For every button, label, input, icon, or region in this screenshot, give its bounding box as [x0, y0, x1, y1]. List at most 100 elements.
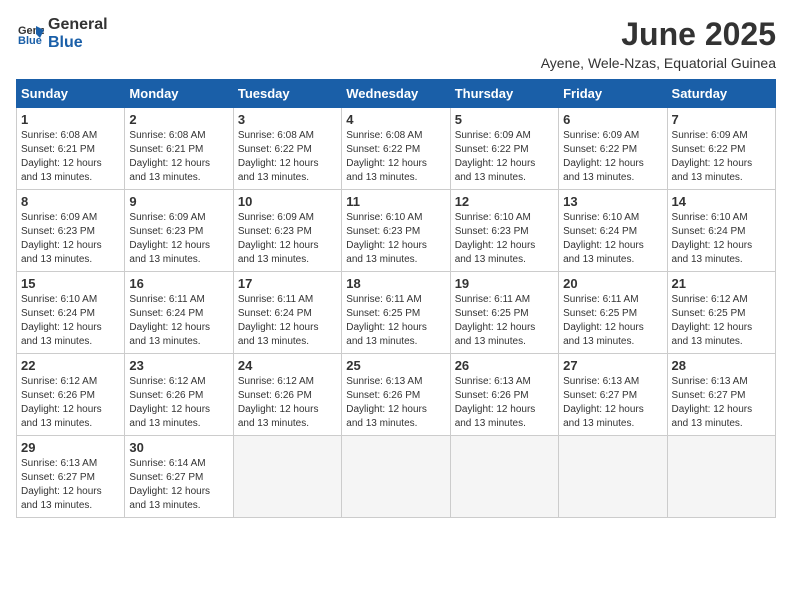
day-number: 11 [346, 194, 445, 209]
calendar-subtitle: Ayene, Wele-Nzas, Equatorial Guinea [541, 55, 776, 71]
day-info: Sunrise: 6:08 AMSunset: 6:22 PMDaylight:… [346, 130, 427, 183]
day-info: Sunrise: 6:10 AMSunset: 6:23 PMDaylight:… [346, 212, 427, 265]
table-row [342, 436, 450, 518]
day-number: 28 [672, 358, 771, 373]
day-number: 19 [455, 276, 554, 291]
day-info: Sunrise: 6:13 AMSunset: 6:27 PMDaylight:… [21, 458, 102, 511]
logo-text-container: General Blue [48, 16, 108, 51]
day-number: 26 [455, 358, 554, 373]
day-number: 1 [21, 112, 120, 127]
table-row: 28 Sunrise: 6:13 AMSunset: 6:27 PMDaylig… [667, 354, 775, 436]
header-monday: Monday [125, 80, 233, 108]
day-number: 13 [563, 194, 662, 209]
table-row: 11 Sunrise: 6:10 AMSunset: 6:23 PMDaylig… [342, 190, 450, 272]
table-row: 13 Sunrise: 6:10 AMSunset: 6:24 PMDaylig… [559, 190, 667, 272]
calendar-title: June 2025 [541, 16, 776, 53]
calendar-body: 1 Sunrise: 6:08 AMSunset: 6:21 PMDayligh… [17, 108, 776, 518]
table-row: 19 Sunrise: 6:11 AMSunset: 6:25 PMDaylig… [450, 272, 558, 354]
logo-blue: Blue [48, 34, 108, 52]
header-sunday: Sunday [17, 80, 125, 108]
day-number: 22 [21, 358, 120, 373]
table-row: 1 Sunrise: 6:08 AMSunset: 6:21 PMDayligh… [17, 108, 125, 190]
table-row: 8 Sunrise: 6:09 AMSunset: 6:23 PMDayligh… [17, 190, 125, 272]
day-number: 30 [129, 440, 228, 455]
table-row: 14 Sunrise: 6:10 AMSunset: 6:24 PMDaylig… [667, 190, 775, 272]
calendar-week-row: 8 Sunrise: 6:09 AMSunset: 6:23 PMDayligh… [17, 190, 776, 272]
table-row [667, 436, 775, 518]
table-row: 23 Sunrise: 6:12 AMSunset: 6:26 PMDaylig… [125, 354, 233, 436]
table-row: 22 Sunrise: 6:12 AMSunset: 6:26 PMDaylig… [17, 354, 125, 436]
day-info: Sunrise: 6:11 AMSunset: 6:25 PMDaylight:… [563, 294, 644, 347]
logo: General Blue General Blue [16, 16, 108, 51]
day-info: Sunrise: 6:08 AMSunset: 6:21 PMDaylight:… [21, 130, 102, 183]
table-row: 3 Sunrise: 6:08 AMSunset: 6:22 PMDayligh… [233, 108, 341, 190]
day-info: Sunrise: 6:13 AMSunset: 6:27 PMDaylight:… [672, 376, 753, 429]
table-row: 30 Sunrise: 6:14 AMSunset: 6:27 PMDaylig… [125, 436, 233, 518]
day-info: Sunrise: 6:11 AMSunset: 6:25 PMDaylight:… [346, 294, 427, 347]
day-info: Sunrise: 6:11 AMSunset: 6:24 PMDaylight:… [129, 294, 210, 347]
table-row: 2 Sunrise: 6:08 AMSunset: 6:21 PMDayligh… [125, 108, 233, 190]
table-row: 20 Sunrise: 6:11 AMSunset: 6:25 PMDaylig… [559, 272, 667, 354]
header-thursday: Thursday [450, 80, 558, 108]
day-info: Sunrise: 6:09 AMSunset: 6:22 PMDaylight:… [563, 130, 644, 183]
table-row: 17 Sunrise: 6:11 AMSunset: 6:24 PMDaylig… [233, 272, 341, 354]
table-row: 29 Sunrise: 6:13 AMSunset: 6:27 PMDaylig… [17, 436, 125, 518]
day-number: 29 [21, 440, 120, 455]
day-number: 4 [346, 112, 445, 127]
calendar-week-row: 29 Sunrise: 6:13 AMSunset: 6:27 PMDaylig… [17, 436, 776, 518]
day-info: Sunrise: 6:08 AMSunset: 6:21 PMDaylight:… [129, 130, 210, 183]
logo-general: General [48, 16, 108, 34]
header-wednesday: Wednesday [342, 80, 450, 108]
day-number: 8 [21, 194, 120, 209]
table-row: 4 Sunrise: 6:08 AMSunset: 6:22 PMDayligh… [342, 108, 450, 190]
calendar-week-row: 15 Sunrise: 6:10 AMSunset: 6:24 PMDaylig… [17, 272, 776, 354]
table-row: 26 Sunrise: 6:13 AMSunset: 6:26 PMDaylig… [450, 354, 558, 436]
table-row [450, 436, 558, 518]
day-number: 17 [238, 276, 337, 291]
table-row: 9 Sunrise: 6:09 AMSunset: 6:23 PMDayligh… [125, 190, 233, 272]
day-info: Sunrise: 6:13 AMSunset: 6:26 PMDaylight:… [455, 376, 536, 429]
day-number: 10 [238, 194, 337, 209]
table-row: 7 Sunrise: 6:09 AMSunset: 6:22 PMDayligh… [667, 108, 775, 190]
header-saturday: Saturday [667, 80, 775, 108]
day-number: 23 [129, 358, 228, 373]
day-info: Sunrise: 6:08 AMSunset: 6:22 PMDaylight:… [238, 130, 319, 183]
day-number: 18 [346, 276, 445, 291]
day-number: 5 [455, 112, 554, 127]
day-info: Sunrise: 6:09 AMSunset: 6:23 PMDaylight:… [129, 212, 210, 265]
table-row: 15 Sunrise: 6:10 AMSunset: 6:24 PMDaylig… [17, 272, 125, 354]
day-info: Sunrise: 6:14 AMSunset: 6:27 PMDaylight:… [129, 458, 210, 511]
calendar-table: Sunday Monday Tuesday Wednesday Thursday… [16, 79, 776, 518]
day-info: Sunrise: 6:12 AMSunset: 6:26 PMDaylight:… [238, 376, 319, 429]
day-info: Sunrise: 6:10 AMSunset: 6:24 PMDaylight:… [672, 212, 753, 265]
table-row: 25 Sunrise: 6:13 AMSunset: 6:26 PMDaylig… [342, 354, 450, 436]
day-number: 24 [238, 358, 337, 373]
day-info: Sunrise: 6:10 AMSunset: 6:24 PMDaylight:… [563, 212, 644, 265]
header-tuesday: Tuesday [233, 80, 341, 108]
day-info: Sunrise: 6:12 AMSunset: 6:25 PMDaylight:… [672, 294, 753, 347]
day-info: Sunrise: 6:11 AMSunset: 6:24 PMDaylight:… [238, 294, 319, 347]
day-number: 6 [563, 112, 662, 127]
day-number: 9 [129, 194, 228, 209]
day-number: 14 [672, 194, 771, 209]
day-number: 16 [129, 276, 228, 291]
table-row: 18 Sunrise: 6:11 AMSunset: 6:25 PMDaylig… [342, 272, 450, 354]
page-header: General Blue General Blue June 2025 Ayen… [16, 16, 776, 71]
day-number: 20 [563, 276, 662, 291]
day-info: Sunrise: 6:12 AMSunset: 6:26 PMDaylight:… [21, 376, 102, 429]
calendar-week-row: 1 Sunrise: 6:08 AMSunset: 6:21 PMDayligh… [17, 108, 776, 190]
table-row: 27 Sunrise: 6:13 AMSunset: 6:27 PMDaylig… [559, 354, 667, 436]
calendar-header: Sunday Monday Tuesday Wednesday Thursday… [17, 80, 776, 108]
title-section: June 2025 Ayene, Wele-Nzas, Equatorial G… [541, 16, 776, 71]
day-info: Sunrise: 6:12 AMSunset: 6:26 PMDaylight:… [129, 376, 210, 429]
table-row: 6 Sunrise: 6:09 AMSunset: 6:22 PMDayligh… [559, 108, 667, 190]
day-info: Sunrise: 6:13 AMSunset: 6:26 PMDaylight:… [346, 376, 427, 429]
header-friday: Friday [559, 80, 667, 108]
day-number: 3 [238, 112, 337, 127]
day-number: 12 [455, 194, 554, 209]
table-row: 12 Sunrise: 6:10 AMSunset: 6:23 PMDaylig… [450, 190, 558, 272]
svg-text:Blue: Blue [18, 35, 42, 47]
day-info: Sunrise: 6:09 AMSunset: 6:23 PMDaylight:… [238, 212, 319, 265]
day-info: Sunrise: 6:09 AMSunset: 6:23 PMDaylight:… [21, 212, 102, 265]
day-info: Sunrise: 6:09 AMSunset: 6:22 PMDaylight:… [455, 130, 536, 183]
